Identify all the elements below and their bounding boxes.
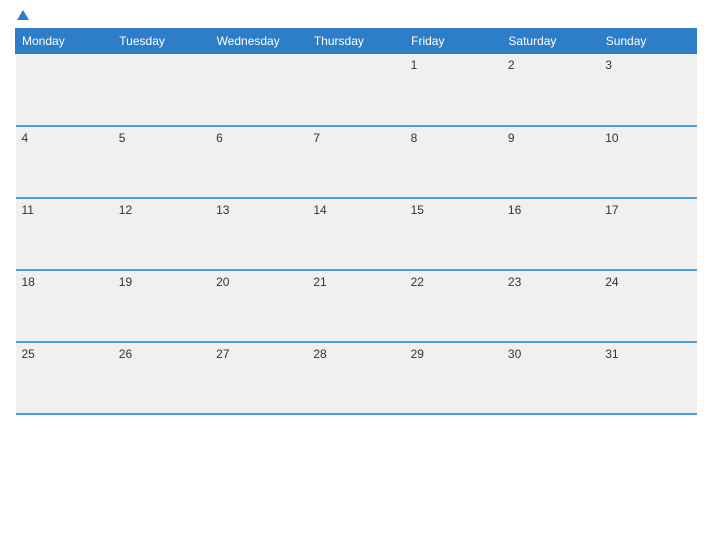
calendar-day-cell [210, 54, 307, 126]
calendar-day-cell: 20 [210, 270, 307, 342]
day-number: 2 [508, 58, 515, 72]
day-number: 14 [313, 203, 326, 217]
day-number: 12 [119, 203, 132, 217]
calendar-day-cell: 8 [405, 126, 502, 198]
day-number: 10 [605, 131, 618, 145]
day-number: 13 [216, 203, 229, 217]
calendar-day-cell: 15 [405, 198, 502, 270]
day-number: 25 [22, 347, 35, 361]
calendar-day-cell: 1 [405, 54, 502, 126]
calendar-page: MondayTuesdayWednesdayThursdayFridaySatu… [0, 0, 712, 550]
logo-triangle-icon [17, 10, 29, 20]
day-number: 17 [605, 203, 618, 217]
day-number: 21 [313, 275, 326, 289]
calendar-day-cell: 26 [113, 342, 210, 414]
calendar-day-cell: 19 [113, 270, 210, 342]
day-number: 6 [216, 131, 223, 145]
calendar-day-cell: 6 [210, 126, 307, 198]
calendar-week-row: 25 26 27 28 29 30 31 [16, 342, 697, 414]
day-number: 29 [411, 347, 424, 361]
calendar-day-cell: 27 [210, 342, 307, 414]
day-number: 28 [313, 347, 326, 361]
calendar-day-cell: 16 [502, 198, 599, 270]
calendar-day-cell: 2 [502, 54, 599, 126]
day-header-saturday: Saturday [502, 29, 599, 54]
calendar-day-cell: 21 [307, 270, 404, 342]
day-number: 20 [216, 275, 229, 289]
calendar-day-cell: 4 [16, 126, 113, 198]
calendar-week-row: 18 19 20 21 22 23 24 [16, 270, 697, 342]
day-number: 4 [22, 131, 29, 145]
day-number: 30 [508, 347, 521, 361]
day-number: 18 [22, 275, 35, 289]
calendar-day-cell [16, 54, 113, 126]
calendar-day-cell: 14 [307, 198, 404, 270]
day-number: 9 [508, 131, 515, 145]
calendar-table: MondayTuesdayWednesdayThursdayFridaySatu… [15, 28, 697, 415]
calendar-day-cell: 12 [113, 198, 210, 270]
calendar-day-cell: 5 [113, 126, 210, 198]
calendar-day-cell: 29 [405, 342, 502, 414]
day-number: 15 [411, 203, 424, 217]
day-number: 7 [313, 131, 320, 145]
day-number: 23 [508, 275, 521, 289]
calendar-week-row: 4 5 6 7 8 9 10 [16, 126, 697, 198]
calendar-week-row: 1 2 3 [16, 54, 697, 126]
calendar-day-cell: 13 [210, 198, 307, 270]
calendar-header [15, 10, 697, 20]
calendar-day-cell: 24 [599, 270, 696, 342]
calendar-header-row: MondayTuesdayWednesdayThursdayFridaySatu… [16, 29, 697, 54]
day-header-friday: Friday [405, 29, 502, 54]
calendar-day-cell: 3 [599, 54, 696, 126]
day-number: 8 [411, 131, 418, 145]
day-number: 1 [411, 58, 418, 72]
day-number: 22 [411, 275, 424, 289]
day-number: 3 [605, 58, 612, 72]
day-number: 19 [119, 275, 132, 289]
calendar-day-cell: 7 [307, 126, 404, 198]
calendar-day-cell: 23 [502, 270, 599, 342]
day-header-wednesday: Wednesday [210, 29, 307, 54]
day-number: 26 [119, 347, 132, 361]
calendar-day-cell [307, 54, 404, 126]
day-number: 16 [508, 203, 521, 217]
day-number: 27 [216, 347, 229, 361]
day-number: 31 [605, 347, 618, 361]
calendar-day-cell: 25 [16, 342, 113, 414]
calendar-day-cell: 10 [599, 126, 696, 198]
calendar-week-row: 11 12 13 14 15 16 17 [16, 198, 697, 270]
day-number: 11 [22, 203, 34, 217]
day-header-tuesday: Tuesday [113, 29, 210, 54]
calendar-day-cell: 18 [16, 270, 113, 342]
calendar-day-cell: 22 [405, 270, 502, 342]
logo [15, 10, 29, 20]
calendar-day-cell: 17 [599, 198, 696, 270]
calendar-day-cell: 11 [16, 198, 113, 270]
day-number: 5 [119, 131, 126, 145]
day-header-monday: Monday [16, 29, 113, 54]
calendar-day-cell: 9 [502, 126, 599, 198]
calendar-day-cell: 28 [307, 342, 404, 414]
day-header-thursday: Thursday [307, 29, 404, 54]
day-header-sunday: Sunday [599, 29, 696, 54]
day-number: 24 [605, 275, 618, 289]
logo-blue-text [15, 10, 29, 20]
calendar-day-cell: 31 [599, 342, 696, 414]
calendar-day-cell [113, 54, 210, 126]
calendar-day-cell: 30 [502, 342, 599, 414]
